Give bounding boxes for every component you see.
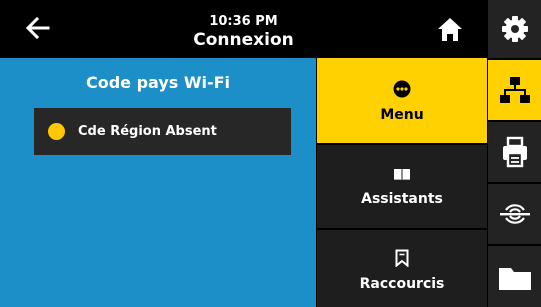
- status-row[interactable]: Cde Région Absent: [34, 108, 291, 155]
- network-icon: [499, 77, 530, 103]
- rail-rfid[interactable]: [488, 184, 541, 244]
- rfid-icon: [499, 204, 530, 224]
- clock: 10:36 PM: [209, 14, 278, 29]
- home-icon[interactable]: [435, 14, 465, 44]
- status-dot-icon: [48, 123, 65, 140]
- menu-item-assistants[interactable]: Assistants: [317, 145, 487, 230]
- menu-item-label: Raccourcis: [359, 276, 445, 292]
- bookmark-icon: [395, 249, 409, 267]
- rail-print[interactable]: [488, 122, 541, 182]
- menu-item-menu[interactable]: Menu: [317, 58, 487, 145]
- side-rail: [487, 0, 541, 307]
- rail-settings[interactable]: [488, 0, 541, 58]
- gear-icon: [501, 16, 528, 42]
- rail-network[interactable]: [488, 60, 541, 120]
- content-panel: Code pays Wi-Fi Cde Région Absent: [0, 58, 316, 307]
- printer-icon: [502, 136, 527, 168]
- menu-dots-icon: [393, 80, 411, 98]
- status-label: Cde Région Absent: [78, 124, 217, 139]
- top-bar: 10:36 PM Connexion: [0, 0, 487, 58]
- book-icon: [394, 169, 410, 181]
- folder-icon: [498, 267, 531, 290]
- menu-item-label: Menu: [380, 107, 424, 123]
- page-title: Connexion: [193, 30, 294, 50]
- menu-item-label: Assistants: [361, 191, 443, 207]
- panel-title: Code pays Wi-Fi: [85, 73, 231, 92]
- menu-column: Menu Assistants Raccourcis: [316, 58, 487, 307]
- rail-storage[interactable]: [488, 246, 541, 307]
- menu-item-raccourcis[interactable]: Raccourcis: [317, 230, 487, 307]
